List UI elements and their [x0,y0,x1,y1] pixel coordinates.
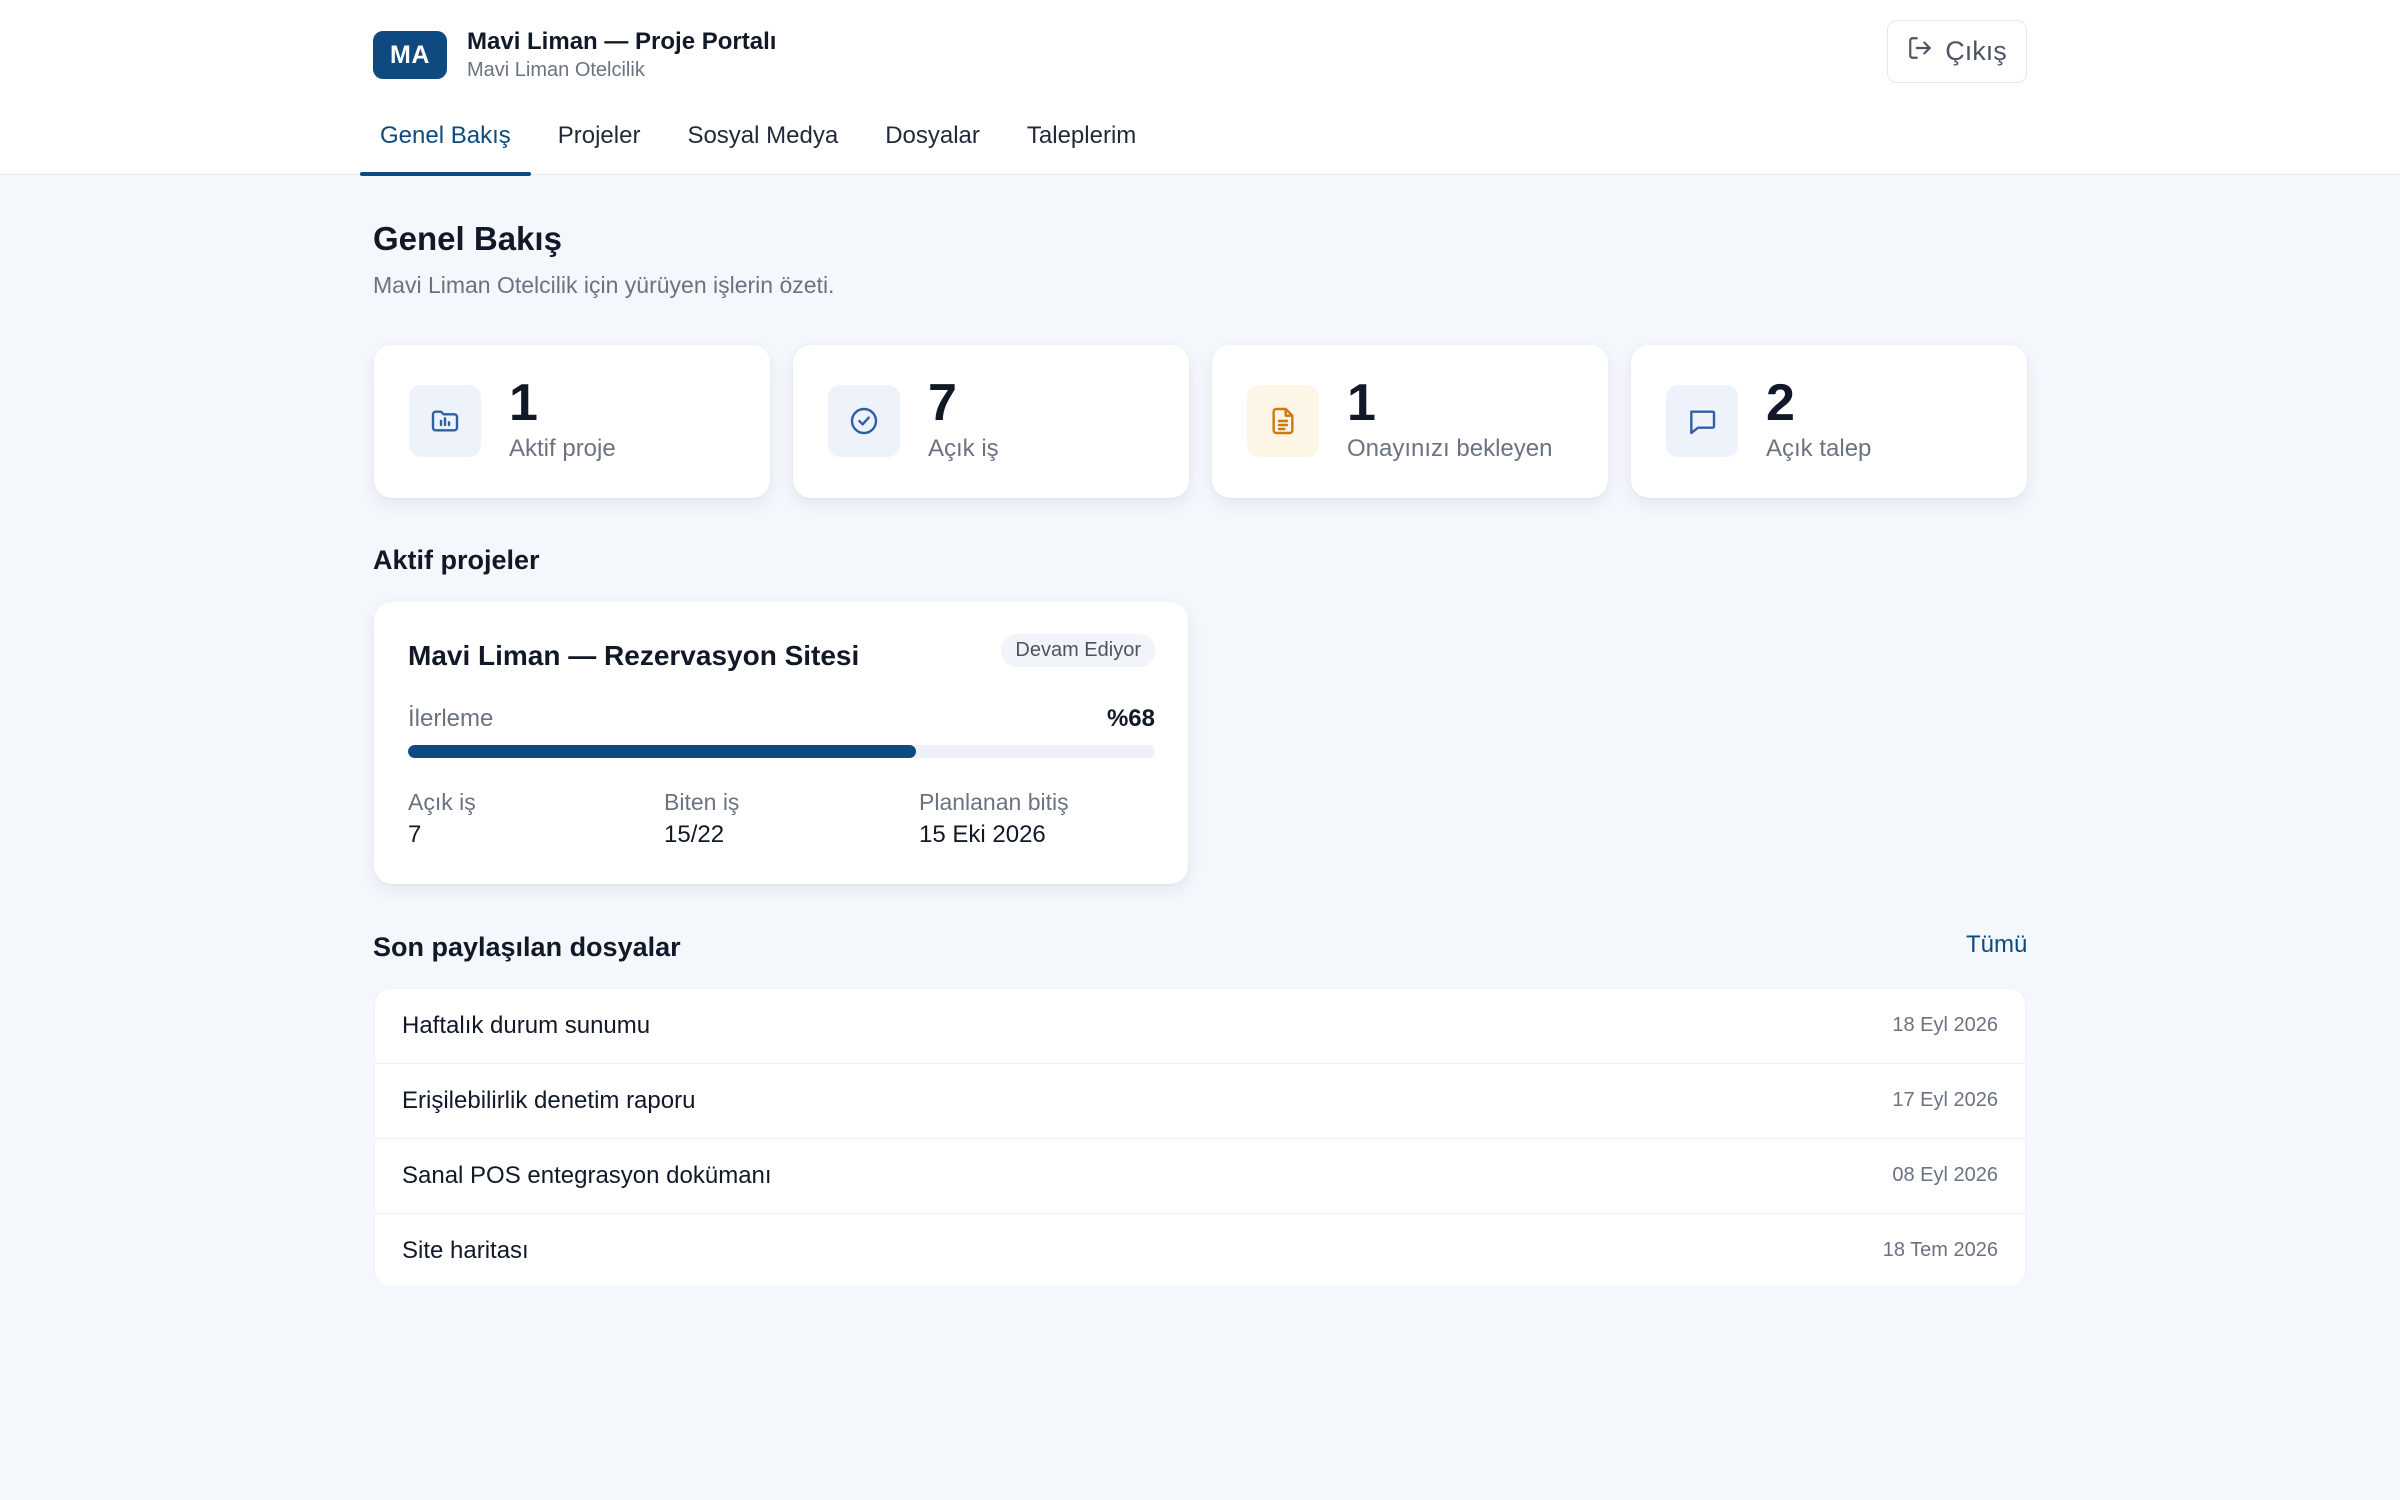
list-item[interactable]: Haftalık durum sunumu 18 Eyl 2026 [375,989,2025,1064]
logout-label: Çıkış [1945,36,2007,66]
stat-card-open-requests: 2 Açık talep [1631,345,2027,498]
open-tasks-meta: Açık iş 7 [408,787,476,853]
tab-sosyal-medya[interactable]: Sosyal Medya [667,110,858,175]
file-date: 17 Eyl 2026 [1892,1089,1998,1111]
file-date: 18 Tem 2026 [1882,1239,1998,1261]
stat-label: Onayınızı bekleyen [1347,435,1553,462]
list-item[interactable]: Site haritası 18 Tem 2026 [375,1214,2025,1286]
file-name: Erişilebilirlik denetim raporu [402,1087,696,1114]
meta-value: 7 [408,821,422,848]
brand-avatar: MA [373,31,447,79]
view-all-files-link[interactable]: Tümü [1966,931,2027,959]
progress-bar-fill [408,745,916,758]
file-date: 08 Eyl 2026 [1892,1164,1998,1186]
recent-files-title: Son paylaşılan dosyalar [373,932,681,962]
stat-card-pending-approval: 1 Onayınızı bekleyen [1212,345,1608,498]
tab-genel-bakis[interactable]: Genel Bakış [360,110,531,176]
stat-label: Açık talep [1766,435,1872,462]
list-item[interactable]: Sanal POS entegrasyon dokümanı 08 Eyl 20… [375,1139,2025,1214]
meta-value: 15 Eki 2026 [919,821,1046,848]
done-tasks-meta: Biten iş 15/22 [664,787,739,853]
recent-files-list: Haftalık durum sunumu 18 Eyl 2026 Erişil… [374,988,2026,1287]
file-name: Site haritası [402,1237,529,1264]
progress-label: İlerleme [408,705,494,732]
stat-card-open-tasks: 7 Açık iş [793,345,1189,498]
stat-value: 7 [928,374,957,432]
progress-bar [408,745,1155,758]
progress-value: %68 [1106,705,1155,732]
stat-value: 1 [1347,374,1376,432]
brand: MA Mavi Liman — Proje Portalı Mavi Liman… [373,27,776,83]
document-icon [1247,385,1319,457]
project-name: Mavi Liman — Rezervasyon Sitesi [408,640,860,671]
file-date: 18 Eyl 2026 [1892,1014,1998,1036]
file-name: Haftalık durum sunumu [402,1012,651,1039]
stat-card-active-projects: 1 Aktif proje [374,345,770,498]
stat-value: 1 [509,374,538,432]
folder-chart-icon [409,385,481,457]
meta-label: Biten iş [664,789,740,815]
top-header: MA Mavi Liman — Proje Portalı Mavi Liman… [0,0,2400,176]
tab-taleplerim[interactable]: Taleplerim [1007,110,1156,175]
main-tabs: Genel Bakış Projeler Sosyal Medya Dosyal… [360,110,1163,176]
stat-label: Aktif proje [509,435,616,462]
list-item[interactable]: Erişilebilirlik denetim raporu 17 Eyl 20… [375,1064,2025,1139]
brand-text: Mavi Liman — Proje Portalı Mavi Liman Ot… [467,27,776,83]
meta-value: 15/22 [664,821,725,848]
tab-dosyalar[interactable]: Dosyalar [865,110,1000,175]
page-subtitle: Mavi Liman Otelcilik için yürüyen işleri… [373,272,835,298]
meta-label: Açık iş [408,789,476,815]
logout-icon [1907,35,1933,68]
page-title: Genel Bakış [373,220,562,257]
portal-title: Mavi Liman — Proje Portalı [467,28,777,55]
check-circle-icon [828,385,900,457]
logout-button[interactable]: Çıkış [1887,20,2027,83]
status-badge: Devam Ediyor [1001,634,1155,667]
planned-end-meta: Planlanan bitiş 15 Eki 2026 [919,787,1069,853]
meta-label: Planlanan bitiş [919,789,1069,815]
company-name: Mavi Liman Otelcilik [467,59,645,81]
stat-value: 2 [1766,374,1795,432]
stat-label: Açık iş [928,435,999,462]
tab-projeler[interactable]: Projeler [538,110,661,175]
project-card[interactable]: Mavi Liman — Rezervasyon Sitesi Devam Ed… [374,602,1188,884]
message-icon [1666,385,1738,457]
file-name: Sanal POS entegrasyon dokümanı [402,1162,772,1189]
active-projects-title: Aktif projeler [373,545,540,575]
